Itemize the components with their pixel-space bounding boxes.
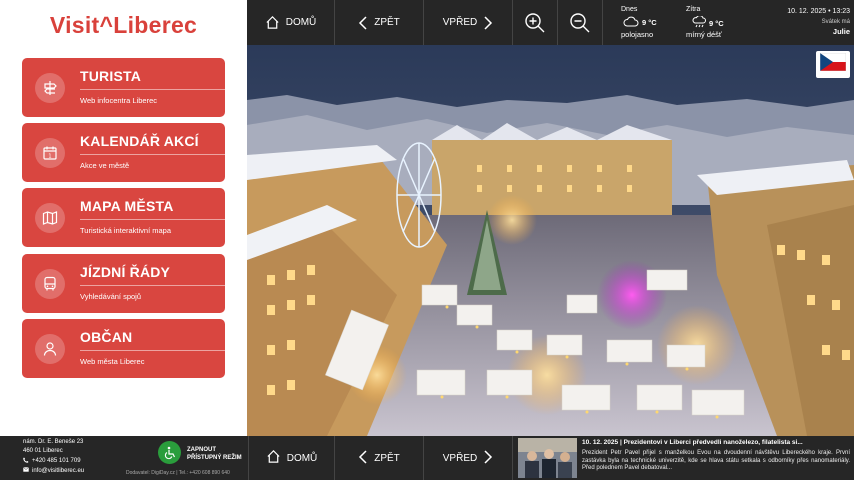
accessibility-line-2: PŘÍSTUPNÝ REŽIM [187, 455, 242, 461]
nameday-label: Svátek má [821, 19, 850, 25]
weather-tomorrow: Zítra 9 °C mírný déšť [686, 6, 741, 42]
weather-today-temp: 9 °C [642, 18, 657, 27]
person-icon [35, 334, 65, 364]
zoom-in-button[interactable] [513, 0, 558, 45]
rain-cloud-icon [692, 15, 706, 30]
top-toolbar: DOMŮ ZPĚT VPŘED Dnes 9 °C polojasno Zítr… [247, 0, 854, 45]
supplier-text: Dodavatel: DigiDay.cz | Tel.: +420 608 8… [126, 470, 230, 476]
back-label: ZPĚT [374, 17, 400, 28]
home-label: DOMŮ [285, 17, 317, 28]
divider [80, 89, 225, 90]
menu-tile-mapa[interactable]: MAPA MĚSTA Turistická interaktivní mapa [22, 188, 225, 247]
accessibility-mode-button[interactable]: ZAPNOUT PŘÍSTUPNÝ REŽIM [158, 441, 248, 467]
menu-tile-title: MAPA MĚSTA [80, 198, 174, 214]
news-body: Prezident Petr Pavel přijel s manželkou … [582, 450, 850, 472]
menu-tile-subtitle: Web infocentra Liberec [80, 96, 157, 105]
menu-tile-title: TURISTA [80, 68, 142, 84]
address-line-2: 460 01 Liberec [23, 448, 63, 455]
visit-liberec-logo[interactable]: Visit^Liberec [0, 12, 247, 39]
svg-text:1: 1 [48, 154, 51, 160]
menu-tile-subtitle: Web města Liberec [80, 357, 145, 366]
home-icon [266, 449, 281, 467]
address-line-1: nám. Dr. E. Beneše 23 [23, 439, 84, 445]
bottom-bar: nám. Dr. E. Beneše 23 460 01 Liberec +42… [0, 436, 854, 480]
weather-today: Dnes 9 °C polojasno [621, 6, 666, 42]
language-switch-button[interactable] [816, 51, 850, 78]
menu-tile-subtitle: Vyhledávání spojů [80, 292, 142, 301]
bottom-forward-button[interactable]: VPŘED [424, 436, 513, 480]
weather-today-desc: polojasno [621, 30, 654, 39]
zoom-out-icon [569, 12, 591, 34]
weather-tomorrow-desc: mírný déšť [686, 30, 722, 39]
map-icon [35, 203, 65, 233]
photo-illustration [247, 45, 854, 436]
zoom-out-button[interactable] [558, 0, 603, 45]
menu-tile-obcan[interactable]: OBČAN Web města Liberec [22, 319, 225, 378]
phone-text: +420 485 101 709 [32, 458, 81, 465]
chevron-right-icon [483, 15, 493, 31]
weather-widget: Dnes 9 °C polojasno Zítra 9 °C mírný déš… [610, 0, 850, 45]
liberec-christmas-market-photo [247, 45, 854, 436]
news-ticker[interactable]: 10. 12. 2025 | Prezidentovi v Liberci př… [517, 436, 854, 480]
news-headline: 10. 12. 2025 | Prezidentovi v Liberci př… [582, 439, 803, 446]
weather-tomorrow-temp: 9 °C [709, 18, 724, 28]
nameday-name: Julie [832, 27, 850, 36]
calendar-icon: 1 [35, 138, 65, 168]
divider [80, 350, 225, 351]
home-icon [265, 15, 280, 30]
email-text: info@visitliberec.eu [32, 467, 85, 474]
date-nameday-block: 10. 12. 2025 • 13:23 Svátek má Julie [787, 7, 850, 37]
bottom-back-button[interactable]: ZPĚT [335, 436, 424, 480]
partly-cloudy-icon [623, 16, 639, 29]
back-label: ZPĚT [374, 452, 400, 464]
weather-today-label: Dnes [621, 6, 638, 13]
datetime-text: 10. 12. 2025 • 13:23 [787, 8, 850, 15]
news-thumbnail [518, 438, 577, 478]
phone-icon [23, 457, 29, 467]
back-button[interactable]: ZPĚT [335, 0, 424, 45]
chevron-left-icon [358, 15, 368, 31]
forward-label: VPŘED [442, 17, 478, 28]
divider [80, 154, 225, 155]
menu-tile-title: OBČAN [80, 329, 133, 345]
menu-tile-title: JÍZDNÍ ŘÁDY [80, 264, 171, 280]
accessibility-line-1: ZAPNOUT [187, 447, 216, 453]
accessibility-label: ZAPNOUT PŘÍSTUPNÝ REŽIM [187, 446, 242, 462]
left-panel: Visit^Liberec TURISTA Web infocentra Lib… [0, 0, 247, 436]
menu-tile-subtitle: Turistická interaktivní mapa [80, 226, 172, 235]
home-button[interactable]: DOMŮ [247, 0, 335, 45]
menu-tile-title: KALENDÁŘ AKCÍ [80, 133, 199, 149]
menu-tile-jizdni-rady[interactable]: JÍZDNÍ ŘÁDY Vyhledávání spojů [22, 254, 225, 313]
weather-tomorrow-label: Zítra [686, 6, 701, 13]
kiosk-screen: Visit^Liberec TURISTA Web infocentra Lib… [0, 0, 854, 480]
zoom-in-icon [524, 12, 546, 34]
bus-icon [35, 269, 65, 299]
menu-tile-kalendar[interactable]: 1 KALENDÁŘ AKCÍ Akce ve městě [22, 123, 225, 182]
signpost-icon [35, 73, 65, 103]
divider [80, 285, 225, 286]
email-icon [23, 466, 29, 476]
wheelchair-icon [158, 441, 181, 464]
chevron-right-icon [483, 449, 493, 468]
divider [80, 219, 225, 220]
forward-label: VPŘED [442, 452, 478, 464]
menu-tile-subtitle: Akce ve městě [80, 161, 130, 170]
czech-flag-icon [819, 52, 847, 76]
home-label: DOMŮ [286, 452, 318, 464]
forward-button[interactable]: VPŘED [424, 0, 513, 45]
chevron-left-icon [358, 449, 368, 468]
contact-info: nám. Dr. E. Beneše 23 460 01 Liberec +42… [23, 438, 84, 476]
menu-tile-turista[interactable]: TURISTA Web infocentra Liberec [22, 58, 225, 117]
bottom-home-button[interactable]: DOMŮ [248, 436, 335, 480]
